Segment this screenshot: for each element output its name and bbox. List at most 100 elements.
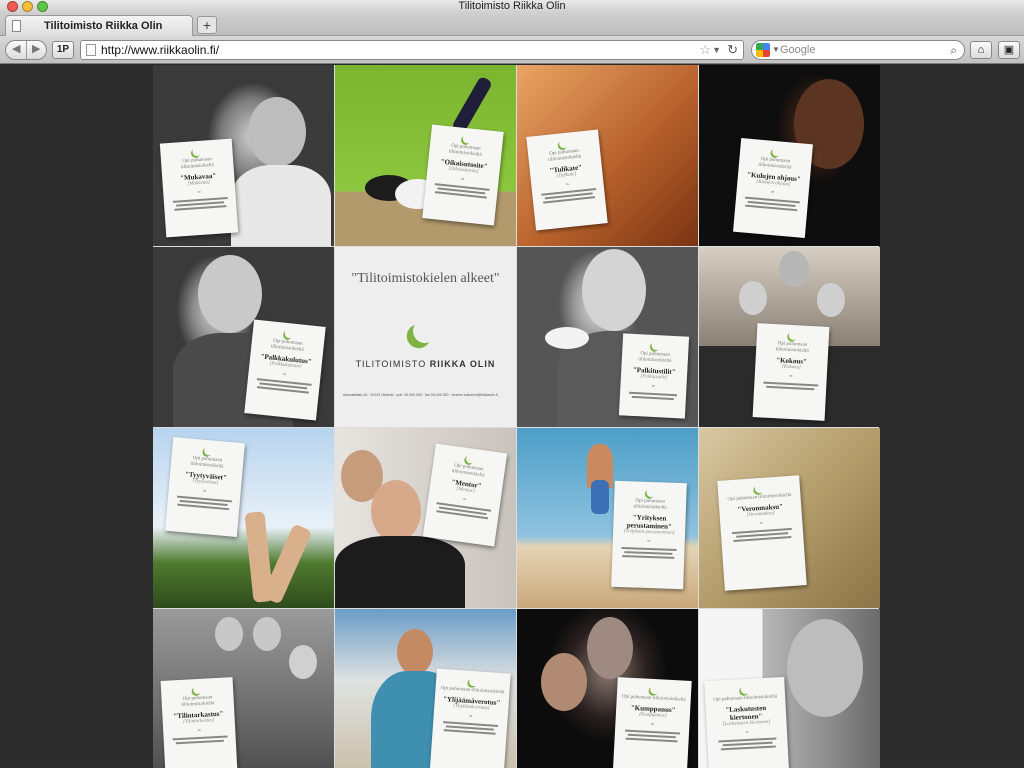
person-photo: [198, 255, 262, 333]
tab-current[interactable]: Tilitoimisto Riikka Olin: [5, 15, 193, 36]
moon-logo-icon: [771, 146, 782, 157]
phrase-card: Opi puhumaan tilitoimistokieltä "Kokous"…: [752, 323, 830, 421]
moon-logo-icon: [557, 138, 569, 150]
moon-logo-icon: [739, 684, 751, 696]
phrase-card: Opi puhumaan tilitoimistokieltä "Tulikat…: [526, 129, 608, 231]
photo-grid: Opi puhumaan tilitoimistokieltä "Mukavaa…: [153, 65, 880, 768]
person-photo: [248, 97, 306, 167]
back-forward-group: ◀ ▶: [5, 40, 47, 60]
photo-tile[interactable]: Opi puhumaan tilitoimistokieltä "Palkitu…: [517, 247, 698, 427]
moon-logo-icon: [645, 487, 656, 498]
window-title: Tilitoimisto Riikka Olin: [458, 0, 566, 12]
photo-tile[interactable]: Opi puhumaan tilitoimistokieltä "Yrityks…: [517, 428, 698, 608]
tab-label: Tilitoimisto Riikka Olin: [44, 20, 163, 32]
photo-tile[interactable]: Opi puhumaan tilitoimistokieltä "Ylijääm…: [335, 609, 516, 768]
person-photo: [591, 480, 609, 514]
person-photo: [253, 617, 281, 651]
photo-tile[interactable]: Opi puhumaan tilitoimistokieltä "Mukavaa…: [153, 65, 334, 246]
url-bar[interactable]: http://www.riikkaolin.fi/ ☆ ▼ ↻: [80, 40, 744, 60]
moon-logo-icon: [650, 340, 661, 351]
photo-tile[interactable]: Opi puhumaan tilitoimistokieltä "Tulikat…: [517, 65, 698, 246]
photo-tile[interactable]: Opi puhumaan tilitoimistokieltä "Kokous"…: [699, 247, 880, 427]
person-photo: [289, 645, 317, 679]
moon-logo-icon: [191, 684, 203, 696]
minimize-window-button[interactable]: [22, 1, 33, 12]
photo-tile[interactable]: Opi puhumaan tilitoimistokieltä "Veronma…: [699, 428, 880, 608]
navigation-toolbar: ◀ ▶ 1P http://www.riikkaolin.fi/ ☆ ▼ ↻ ▼…: [0, 36, 1024, 64]
search-engine-dropdown-icon[interactable]: ▼: [772, 41, 780, 59]
logo-tile[interactable]: "Tilitoimistokielen alkeet" TILITOIMISTO…: [335, 247, 516, 427]
photo-tile[interactable]: Opi puhumaan tilitoimistokieltä "Kumppan…: [517, 609, 698, 768]
person-photo: [215, 617, 243, 651]
new-tab-button[interactable]: +: [197, 16, 217, 34]
person-photo: [817, 283, 845, 317]
photo-tile[interactable]: Opi puhumaan tilitoimistokieltä "Laskutu…: [699, 609, 880, 768]
person-photo: [582, 249, 646, 331]
bookmark-star-icon[interactable]: ☆: [699, 41, 711, 59]
moon-logo-icon: [787, 330, 798, 341]
page-viewport: Opi puhumaan tilitoimistokieltä "Mukavaa…: [0, 65, 1024, 768]
zoom-window-button[interactable]: [37, 1, 48, 12]
back-arrow-icon[interactable]: ◀: [12, 42, 20, 55]
moon-logo-icon: [465, 454, 476, 465]
photo-tile[interactable]: Opi puhumaan tilitoimistokieltä "Tilinta…: [153, 609, 334, 768]
tab-bar: Tilitoimisto Riikka Olin +: [0, 13, 1024, 36]
photo-tile[interactable]: Opi puhumaan tilitoimistokieltä "Kulujen…: [699, 65, 880, 246]
contact-info: Ammattikatu 26 · 00120 Helsinki · puh. 0…: [343, 393, 498, 397]
phrase-card: Opi puhumaan tilitoimistokieltä "Kumppan…: [612, 677, 692, 768]
moon-logo-icon: [203, 445, 214, 456]
phrase-card: Opi puhumaan tilitoimistokieltä "Ylijääm…: [429, 668, 511, 768]
person-photo: [335, 536, 465, 608]
close-window-button[interactable]: [7, 1, 18, 12]
phrase-card: Opi puhumaan tilitoimistokieltä "Tilinta…: [160, 677, 238, 768]
google-icon[interactable]: [756, 43, 770, 57]
person-photo: [231, 165, 331, 246]
person-photo: [587, 617, 633, 679]
document-icon: [12, 20, 21, 32]
phrase-card: Opi puhumaan tilitoimistokieltä "Oikaisu…: [422, 124, 504, 226]
search-bar[interactable]: ▼ Google ⌕: [751, 40, 965, 60]
phrase-card: Opi puhumaan tilitoimistokieltä "Laskutu…: [704, 676, 790, 768]
moon-logo-icon: [461, 133, 472, 144]
photo-tile[interactable]: Opi puhumaan tilitoimistokieltä "Mentor"…: [335, 428, 516, 608]
phrase-card: Opi puhumaan tilitoimistokieltä "Yrityks…: [611, 480, 687, 590]
url-text[interactable]: http://www.riikkaolin.fi/: [101, 41, 219, 59]
photo-tile[interactable]: Opi puhumaan tilitoimistokieltä "Oikaisu…: [335, 65, 516, 246]
moon-logo-icon: [283, 328, 294, 339]
bookmarks-button[interactable]: ▣: [998, 41, 1020, 59]
moon-logo-icon: [191, 146, 203, 158]
person-photo: [787, 619, 863, 717]
photo-tile[interactable]: Opi puhumaan tilitoimistokieltä "Tyytyvä…: [153, 428, 334, 608]
phrase-card: Opi puhumaan tilitoimistokieltä "Mentor"…: [422, 443, 508, 547]
onepassword-button[interactable]: 1P: [52, 41, 74, 59]
phrase-card: Opi puhumaan tilitoimistokieltä "Tyytyvä…: [165, 437, 245, 537]
phrase-card: Opi puhumaan tilitoimistokieltä "Mukavaa…: [159, 138, 239, 238]
person-photo: [779, 251, 809, 287]
window-titlebar: Tilitoimisto Riikka Olin: [0, 0, 1024, 13]
tagline: "Tilitoimistokielen alkeet": [351, 271, 500, 286]
phrase-card: Opi puhumaan tilitoimistokieltä "Palkkak…: [244, 319, 326, 421]
teacup-photo: [545, 327, 589, 349]
phrase-card: Opi puhumaan tilitoimistokieltä "Palkitu…: [618, 333, 690, 419]
search-icon[interactable]: ⌕: [950, 41, 957, 59]
person-photo: [739, 281, 767, 315]
reload-icon[interactable]: ↻: [727, 41, 738, 59]
history-dropdown-icon[interactable]: ▼: [712, 41, 721, 59]
moon-logo-icon: [468, 676, 479, 687]
person-photo: [397, 629, 433, 675]
page-icon: [86, 44, 96, 56]
moon-logo-icon: [649, 684, 660, 695]
person-photo: [371, 480, 421, 542]
moon-logo-icon: [411, 317, 439, 345]
person-photo: [450, 75, 494, 135]
separator: [26, 41, 27, 59]
person-photo: [541, 653, 587, 711]
company-name: TILITOIMISTO RIIKKA OLIN: [355, 359, 496, 369]
phrase-card: Opi puhumaan tilitoimistokieltä "Veronma…: [717, 475, 807, 591]
photo-tile[interactable]: Opi puhumaan tilitoimistokieltä "Palkkak…: [153, 247, 334, 427]
moon-logo-icon: [753, 483, 765, 495]
phrase-card: Opi puhumaan tilitoimistokieltä "Kulujen…: [733, 138, 813, 238]
forward-arrow-icon[interactable]: ▶: [32, 42, 40, 55]
home-button[interactable]: ⌂: [970, 41, 992, 59]
search-placeholder[interactable]: Google: [780, 41, 815, 59]
